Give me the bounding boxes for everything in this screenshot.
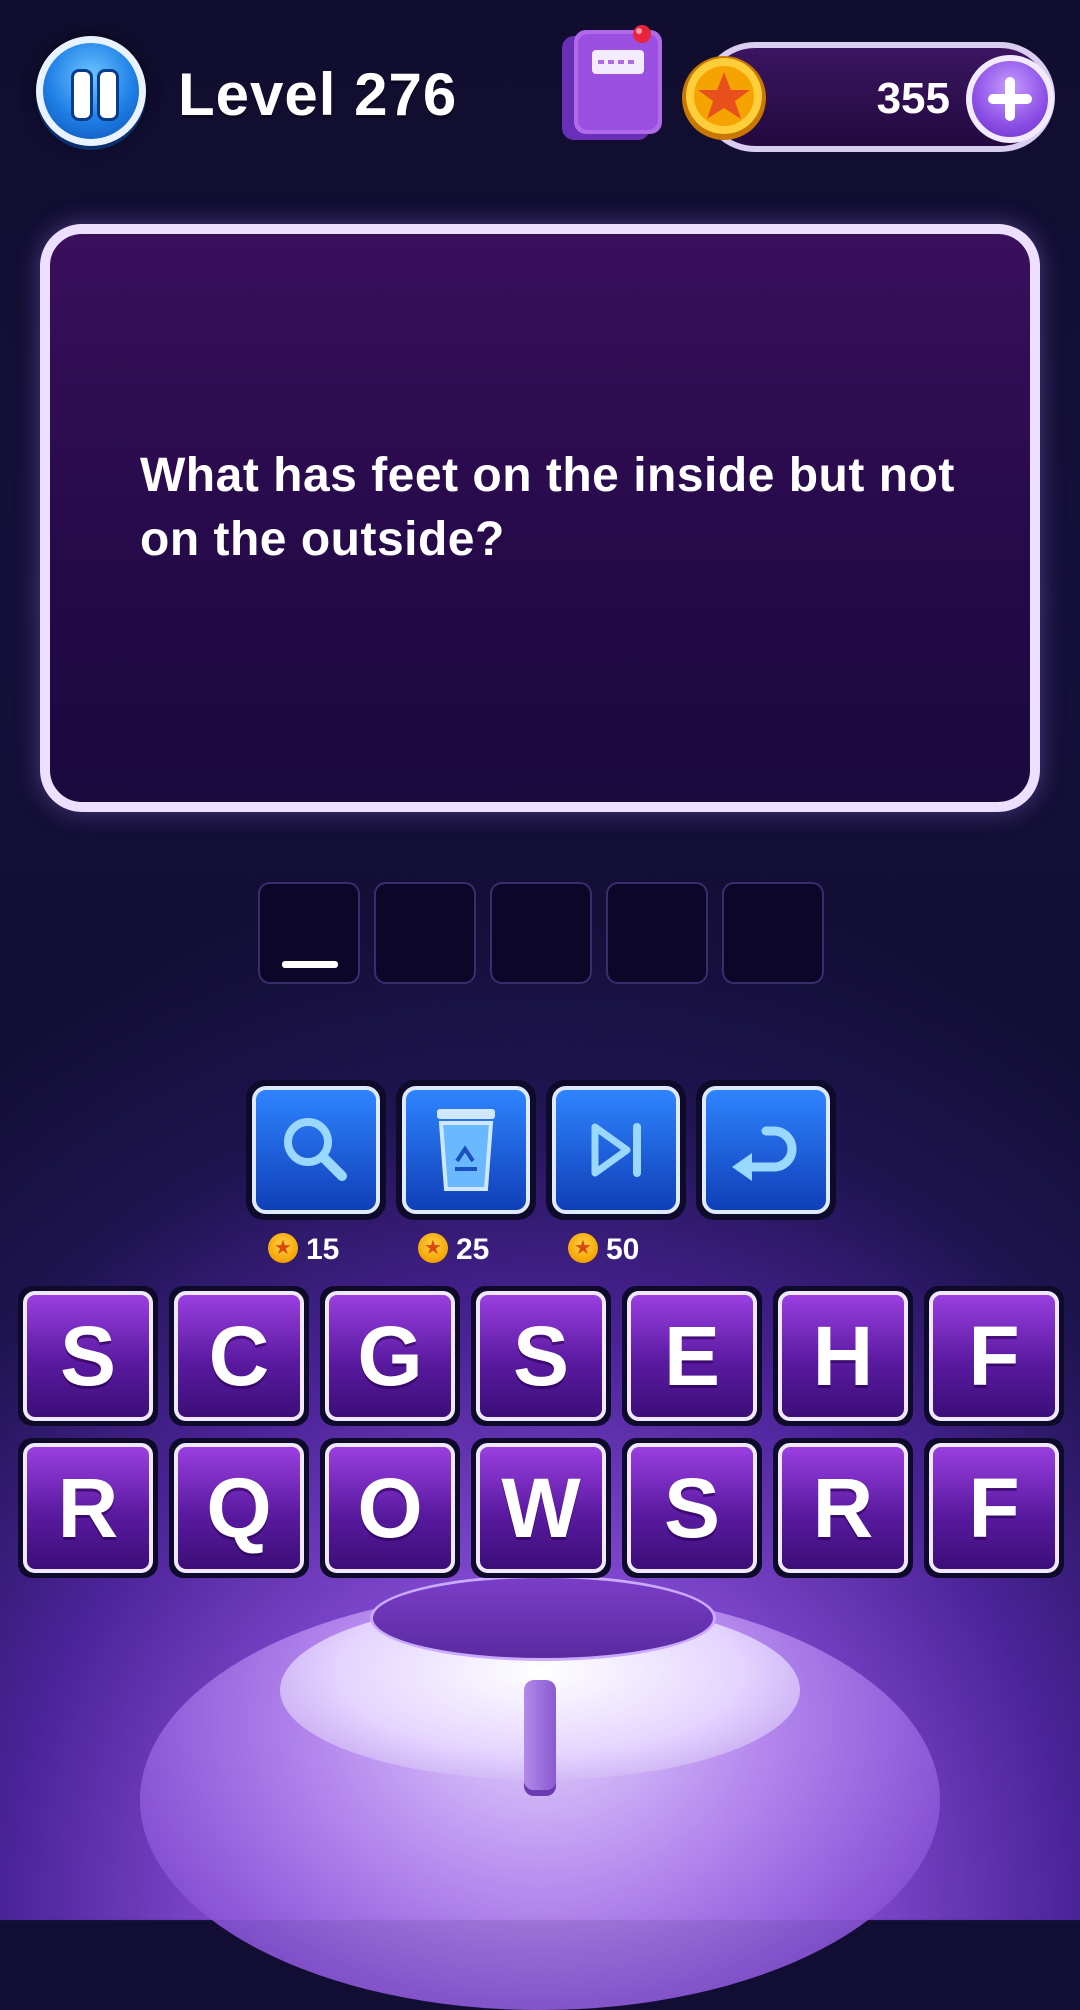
undo-button[interactable]	[696, 1080, 836, 1220]
question-card: What has feet on the inside but not on t…	[40, 224, 1040, 812]
letter-key[interactable]: O	[320, 1438, 460, 1578]
answer-slot[interactable]	[722, 882, 824, 984]
letter-key[interactable]: S	[622, 1438, 762, 1578]
coin-icon: ★	[268, 1233, 298, 1264]
undo-icon	[732, 1126, 797, 1181]
hint-reveal-button[interactable]	[246, 1080, 386, 1220]
book-icon[interactable]	[556, 22, 682, 148]
letter-key-label: O	[325, 1443, 455, 1573]
letter-key-label: F	[929, 1291, 1059, 1421]
letter-key[interactable]: R	[18, 1438, 158, 1578]
pause-icon-bar	[97, 69, 119, 121]
letter-key[interactable]: G	[320, 1286, 460, 1426]
letter-key[interactable]: F	[924, 1438, 1064, 1578]
letter-key[interactable]: E	[622, 1286, 762, 1426]
letter-key-label: F	[929, 1443, 1059, 1573]
magnifier-icon	[284, 1118, 347, 1181]
skip-cost-value: 50	[606, 1233, 640, 1266]
letter-key-label: S	[476, 1291, 606, 1421]
letter-key[interactable]: S	[471, 1286, 611, 1426]
question-text: What has feet on the inside but not on t…	[140, 449, 955, 566]
skip-icon	[591, 1123, 641, 1177]
remove-cost-value: 25	[456, 1233, 490, 1266]
remove-letters-button[interactable]	[396, 1080, 536, 1220]
letter-key[interactable]: W	[471, 1438, 611, 1578]
letter-key-label: E	[627, 1291, 757, 1421]
letter-key-label: R	[23, 1443, 153, 1573]
pedestal-ring-decoration	[370, 1575, 716, 1661]
coin-icon: ★	[568, 1233, 598, 1264]
letter-key-label: Q	[174, 1443, 304, 1573]
answer-slots	[258, 882, 828, 984]
answer-slot[interactable]	[490, 882, 592, 984]
letter-key-label: H	[778, 1291, 908, 1421]
skip-cost: ★ 50	[568, 1232, 639, 1268]
hint-cost: ★ 15	[268, 1232, 339, 1268]
coin-count: 355	[876, 74, 950, 123]
letter-key[interactable]: R	[773, 1438, 913, 1578]
coin-icon	[680, 54, 768, 142]
letter-key[interactable]: S	[18, 1286, 158, 1426]
letter-key[interactable]: C	[169, 1286, 309, 1426]
input-cursor	[282, 961, 338, 968]
letter-key-label: G	[325, 1291, 455, 1421]
recycle-bin-icon	[437, 1109, 495, 1191]
pedestal-peg-decoration	[524, 1680, 556, 1790]
answer-slot[interactable]	[374, 882, 476, 984]
pause-icon	[71, 69, 93, 121]
letter-key-label: S	[627, 1443, 757, 1573]
coin-icon: ★	[418, 1233, 448, 1264]
skip-level-button[interactable]	[546, 1080, 686, 1220]
answer-slot[interactable]	[606, 882, 708, 984]
letter-key[interactable]: Q	[169, 1438, 309, 1578]
letter-key[interactable]: F	[924, 1286, 1064, 1426]
answer-slot[interactable]	[258, 882, 360, 984]
pause-button[interactable]	[36, 36, 146, 146]
letter-key-label: W	[476, 1443, 606, 1573]
letter-key[interactable]: H	[773, 1286, 913, 1426]
hint-cost-value: 15	[306, 1233, 340, 1266]
remove-cost: ★ 25	[418, 1232, 489, 1268]
letter-key-label: R	[778, 1443, 908, 1573]
letter-key-label: C	[174, 1291, 304, 1421]
level-title: Level 276	[178, 61, 458, 128]
letter-key-label: S	[23, 1291, 153, 1421]
add-coins-button[interactable]	[966, 55, 1054, 143]
